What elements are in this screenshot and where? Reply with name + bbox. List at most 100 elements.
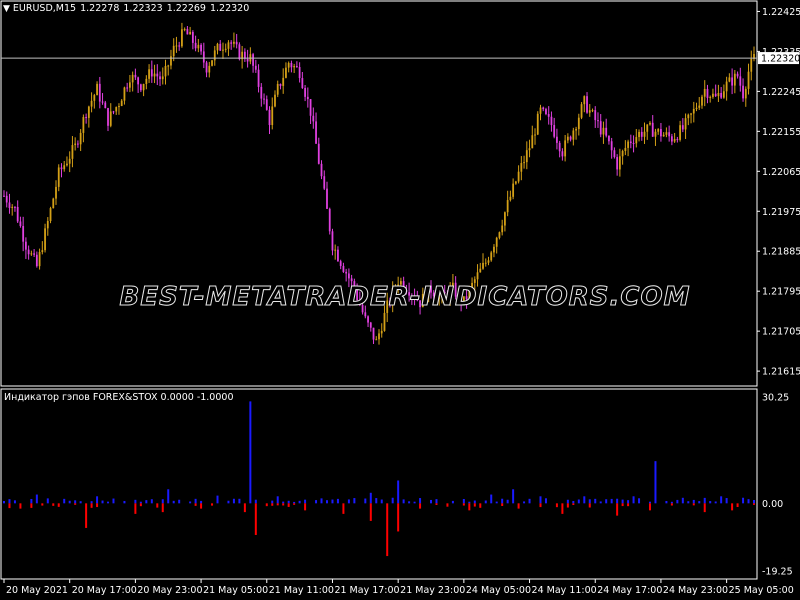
price-tick-label: 1.21975 [762, 207, 800, 218]
open-value: 1.22278 [80, 3, 120, 14]
candle [285, 62, 287, 79]
candle [731, 68, 734, 95]
candle [602, 121, 605, 144]
indicator-up-bar [315, 500, 318, 504]
candle [545, 107, 547, 116]
candle [22, 216, 25, 252]
indicator-down-bar [468, 503, 471, 511]
indicator-tick-label: 0.00 [762, 499, 783, 510]
candle [241, 46, 244, 69]
candle [703, 80, 706, 107]
indicator-up-bar [391, 497, 394, 504]
candle [287, 61, 290, 73]
candle [577, 113, 580, 136]
indicator-up-bar [665, 500, 668, 504]
candle [44, 223, 46, 253]
candle [224, 43, 227, 53]
candle [575, 126, 577, 140]
indicator-up-bar [161, 499, 164, 504]
candle [495, 236, 498, 254]
candle [512, 178, 515, 200]
candle [3, 190, 5, 197]
candle [222, 42, 224, 59]
candle [520, 156, 523, 181]
candle [684, 113, 687, 140]
candle [662, 132, 665, 137]
price-tick-label: 1.21885 [762, 247, 800, 258]
candle [216, 42, 219, 55]
candle [534, 128, 536, 145]
triangle-down-icon[interactable]: ▼ [3, 4, 10, 14]
candle [115, 106, 118, 115]
price-tick-label: 1.22065 [762, 167, 800, 178]
indicator-up-bar [35, 494, 38, 504]
indicator-up-bar [577, 499, 580, 504]
indicator-up-bar [468, 501, 471, 504]
candle [597, 112, 599, 128]
high-value: 1.22323 [123, 3, 163, 14]
candle [514, 180, 517, 185]
indicator-down-bar [200, 503, 203, 509]
candle [334, 244, 337, 260]
candle [712, 88, 714, 99]
price-tick-label: 1.22155 [762, 127, 800, 138]
indicator-up-bar [353, 498, 356, 504]
candle [77, 140, 79, 148]
candle [498, 231, 501, 240]
candle [202, 42, 205, 69]
indicator-up-bar [172, 500, 175, 504]
candle [504, 211, 506, 232]
candle [586, 92, 588, 114]
candle [194, 35, 197, 52]
candle [331, 228, 334, 256]
candle [482, 253, 484, 270]
candle [104, 100, 107, 109]
candle [493, 244, 495, 258]
indicator-up-bar [178, 499, 181, 504]
candle [19, 216, 22, 228]
indicator-up-bar [347, 499, 350, 504]
candle [208, 61, 211, 78]
indicator-up-bar [107, 501, 110, 504]
candle [613, 147, 616, 159]
time-tick-label: 20 May 17:00 [72, 585, 137, 596]
indicator-up-bar [599, 501, 602, 504]
indicator-down-bar [572, 503, 575, 505]
candle [714, 84, 717, 97]
indicator-up-bar [249, 401, 252, 504]
indicator-up-bar [397, 480, 400, 504]
indicator-down-bar [342, 503, 345, 514]
candle [610, 137, 613, 159]
candle [646, 124, 649, 140]
candle [49, 206, 52, 224]
indicator-up-bar [451, 500, 454, 504]
candle [750, 50, 753, 81]
candle [687, 113, 690, 126]
indicator-up-bar [145, 500, 148, 504]
candle [506, 190, 509, 217]
indicator-down-bar [287, 503, 290, 507]
indicator-down-bar [517, 503, 520, 509]
candle [654, 128, 657, 146]
indicator-down-bar [276, 503, 279, 506]
candle [38, 248, 41, 270]
indicator-down-bar [566, 503, 569, 508]
indicator-up-bar [725, 498, 728, 504]
candle [668, 125, 671, 142]
indicator-up-bar [495, 501, 498, 504]
indicator-up-bar [364, 498, 367, 504]
candle [235, 33, 238, 49]
candle [33, 249, 36, 258]
candle [580, 102, 583, 120]
candle [345, 268, 348, 282]
indicator-down-bar [194, 503, 197, 506]
price-tick-label: 1.21795 [762, 287, 800, 298]
candle [701, 94, 703, 109]
candle [183, 27, 186, 32]
indicator-up-bar [150, 499, 153, 504]
candle [246, 49, 249, 68]
indicator-up-bar [304, 499, 307, 504]
indicator-up-bar [430, 499, 433, 504]
candle [134, 68, 137, 80]
indicator-up-bar [101, 500, 104, 504]
